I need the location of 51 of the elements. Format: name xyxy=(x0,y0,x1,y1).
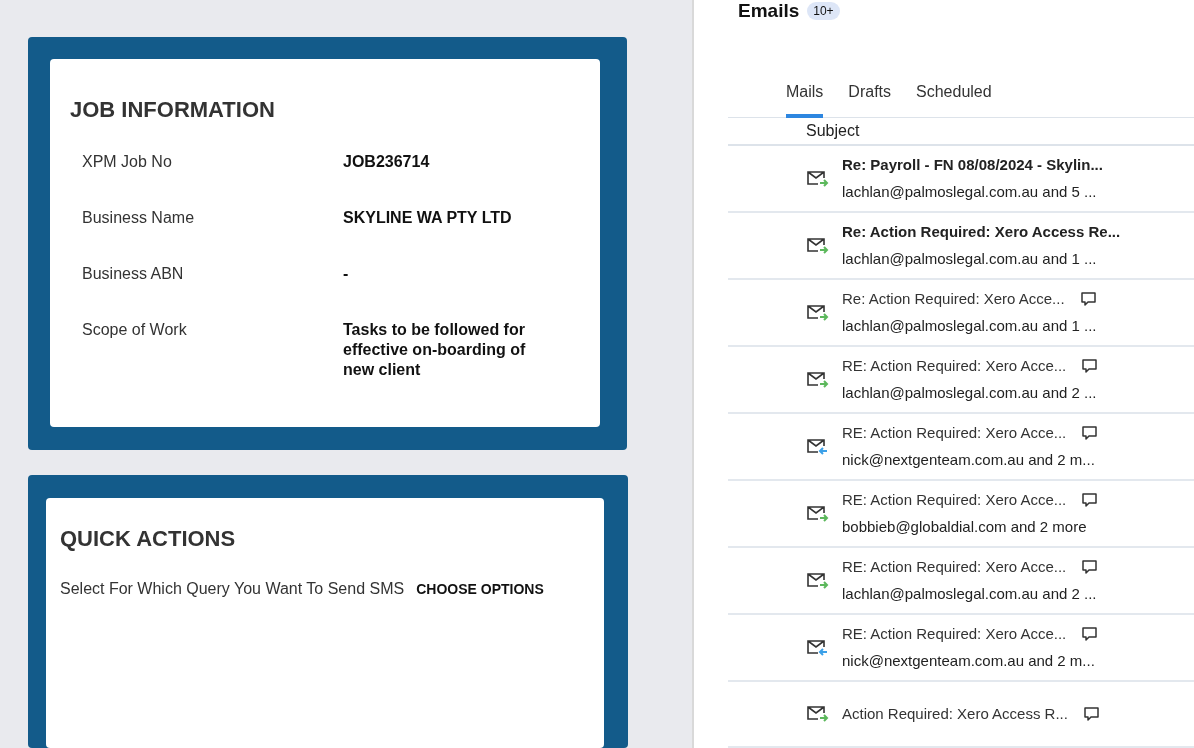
count-badge: 10+ xyxy=(807,2,840,20)
column-header: Subject xyxy=(806,121,860,141)
email-sender: lachlan@palmoslegal.com.au and 1 ... xyxy=(842,315,1097,336)
field-value: JOB236714 xyxy=(343,152,431,172)
email-sender: bobbieb@globaldial.com and 2 more xyxy=(842,516,1088,537)
email-subject: Re: Action Required: Xero Access Re... xyxy=(842,222,1121,242)
mail-tab[interactable]: Drafts xyxy=(848,80,891,118)
comment-icon[interactable] xyxy=(1080,625,1099,643)
field-label: Business Name xyxy=(82,208,196,228)
email-sender: nick@nextgenteam.com.au and 2 m... xyxy=(842,650,1096,671)
email-row[interactable]: Re: Action Required: Xero Access Re... lachlan@palmoslegal.com.au and 1 ... xyxy=(728,213,1194,280)
mail-tab[interactable]: Mails xyxy=(786,80,824,118)
field-label: XPM Job No xyxy=(82,152,173,172)
emails-heading: Emails xyxy=(738,0,800,23)
email-row[interactable]: RE: Action Required: Xero Acce... bobbieb@globaldial.com and 2 more xyxy=(728,481,1194,548)
email-row[interactable]: Re: Action Required: Xero Acce... lachlan@palmoslegal.com.au and 1 ... xyxy=(728,280,1194,347)
email-sender: lachlan@palmoslegal.com.au and 2 ... xyxy=(842,583,1098,604)
email-subject: Re: Action Required: Xero Acce... xyxy=(842,289,1065,309)
comment-icon[interactable] xyxy=(1080,491,1099,509)
email-subject: RE: Action Required: Xero Acce... xyxy=(842,624,1067,644)
email-sender: nick@nextgenteam.com.au and 2 m... xyxy=(842,449,1096,470)
comment-icon[interactable] xyxy=(1081,705,1100,723)
field-value: SKYLINE WA PTY LTD xyxy=(343,208,513,228)
email-subject: RE: Action Required: Xero Acce... xyxy=(842,356,1067,376)
comment-icon[interactable] xyxy=(1078,290,1097,308)
email-subject: RE: Action Required: Xero Acce... xyxy=(842,423,1067,443)
email-row[interactable]: RE: Action Required: Xero Acce... nick@nextgenteam.com.au and 2 m... xyxy=(728,414,1194,481)
mail-tab[interactable]: Scheduled xyxy=(916,80,992,118)
section-title: JOB INFORMATION xyxy=(70,96,276,124)
email-row[interactable]: RE: Action Required: Xero Acce... nick@nextgenteam.com.au and 2 m... xyxy=(728,615,1194,682)
field-label: Business ABN xyxy=(82,264,185,284)
field-value: Tasks to be followed for effective on-boarding of new client xyxy=(343,320,527,380)
choose-options-button[interactable]: CHOOSE OPTIONS xyxy=(416,578,544,600)
sms-prompt: Select For Which Query You Want To Send SMS xyxy=(60,579,405,599)
section-title: QUICK ACTIONS xyxy=(60,525,237,553)
email-subject: RE: Action Required: Xero Acce... xyxy=(842,557,1067,577)
field-label: Scope of Work xyxy=(82,320,188,340)
comment-icon[interactable] xyxy=(1080,357,1099,375)
email-subject: Action Required: Xero Access R... xyxy=(842,703,1068,724)
comment-icon[interactable] xyxy=(1080,558,1099,576)
email-sender: lachlan@palmoslegal.com.au and 1 ... xyxy=(842,248,1098,269)
email-sender: lachlan@palmoslegal.com.au and 5 ... xyxy=(842,181,1098,202)
email-row[interactable]: Re: Payroll - FN 08/08/2024 - Skylin... lachlan@palmoslegal.com.au and 5 ... xyxy=(728,146,1194,213)
email-row[interactable]: RE: Action Required: Xero Acce... lachlan@palmoslegal.com.au and 2 ... xyxy=(728,347,1194,414)
comment-icon[interactable] xyxy=(1080,424,1099,442)
email-row[interactable]: RE: Action Required: Xero Acce... lachlan@palmoslegal.com.au and 2 ... xyxy=(728,548,1194,615)
email-subject: RE: Action Required: Xero Acce... xyxy=(842,490,1067,510)
email-row[interactable]: Action Required: Xero Access R... xyxy=(728,682,1194,748)
email-subject: Re: Payroll - FN 08/08/2024 - Skylin... xyxy=(842,155,1103,175)
email-sender: lachlan@palmoslegal.com.au and 2 ... xyxy=(842,382,1098,403)
field-value: - xyxy=(343,264,350,284)
